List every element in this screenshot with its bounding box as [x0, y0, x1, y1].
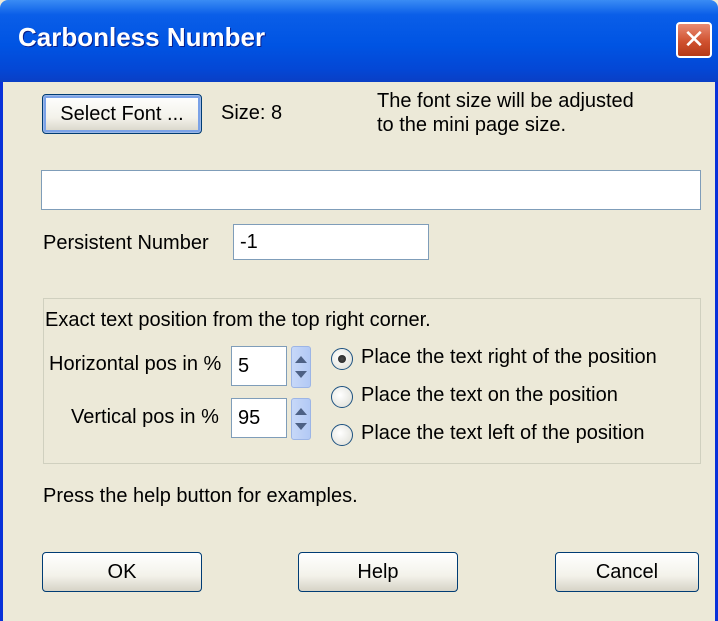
horizontal-pos-label: Horizontal pos in % [49, 353, 222, 375]
dialog-body: Select Font ... Size: 8 The font size wi… [3, 82, 715, 621]
carbonless-text-field[interactable] [41, 170, 701, 210]
window-title: Carbonless Number [18, 22, 266, 52]
ok-button[interactable]: OK [42, 552, 202, 592]
help-button[interactable]: Help [298, 552, 458, 592]
select-font-label: Select Font ... [60, 102, 184, 125]
ok-label: OK [107, 560, 137, 583]
persistent-number-label: Persistent Number [43, 232, 209, 254]
horizontal-pos-spinner[interactable] [291, 346, 311, 388]
spin-down-icon [295, 423, 307, 430]
position-group-label: Exact text position from the top right c… [45, 309, 431, 331]
cancel-label: Cancel [595, 560, 659, 583]
radio-on-position[interactable] [331, 386, 353, 408]
option-on-label[interactable]: Place the text on the position [361, 384, 618, 407]
help-hint-text: Press the help button for examples. [43, 485, 358, 507]
persistent-number-input[interactable]: -1 [233, 224, 429, 260]
vertical-pos-input[interactable]: 95 [231, 398, 287, 438]
radio-right-of-position[interactable] [331, 348, 353, 370]
radio-left-of-position[interactable] [331, 424, 353, 446]
close-button[interactable]: ✕ [676, 22, 712, 58]
font-size-label: Size: 8 [221, 102, 283, 124]
help-label: Help [357, 560, 399, 583]
horizontal-pos-input[interactable]: 5 [231, 346, 287, 386]
title-bar[interactable]: Carbonless Number ✕ [0, 0, 718, 82]
spin-up-icon [295, 408, 307, 415]
option-left-label[interactable]: Place the text left of the position [361, 422, 645, 445]
select-font-button[interactable]: Select Font ... [42, 94, 202, 134]
radio-selected-dot [338, 355, 346, 363]
option-right-label[interactable]: Place the text right of the position [361, 346, 657, 369]
font-note-line1: The font size will be adjusted [377, 90, 634, 112]
cancel-button[interactable]: Cancel [555, 552, 699, 592]
vertical-pos-label: Vertical pos in % [71, 406, 219, 428]
vertical-pos-spinner[interactable] [291, 398, 311, 440]
spin-up-icon [295, 356, 307, 363]
spin-down-icon [295, 371, 307, 378]
dialog-window: Carbonless Number ✕ Select Font ... Size… [0, 0, 718, 621]
font-note-line2: to the mini page size. [377, 114, 566, 136]
close-icon: ✕ [683, 25, 705, 55]
